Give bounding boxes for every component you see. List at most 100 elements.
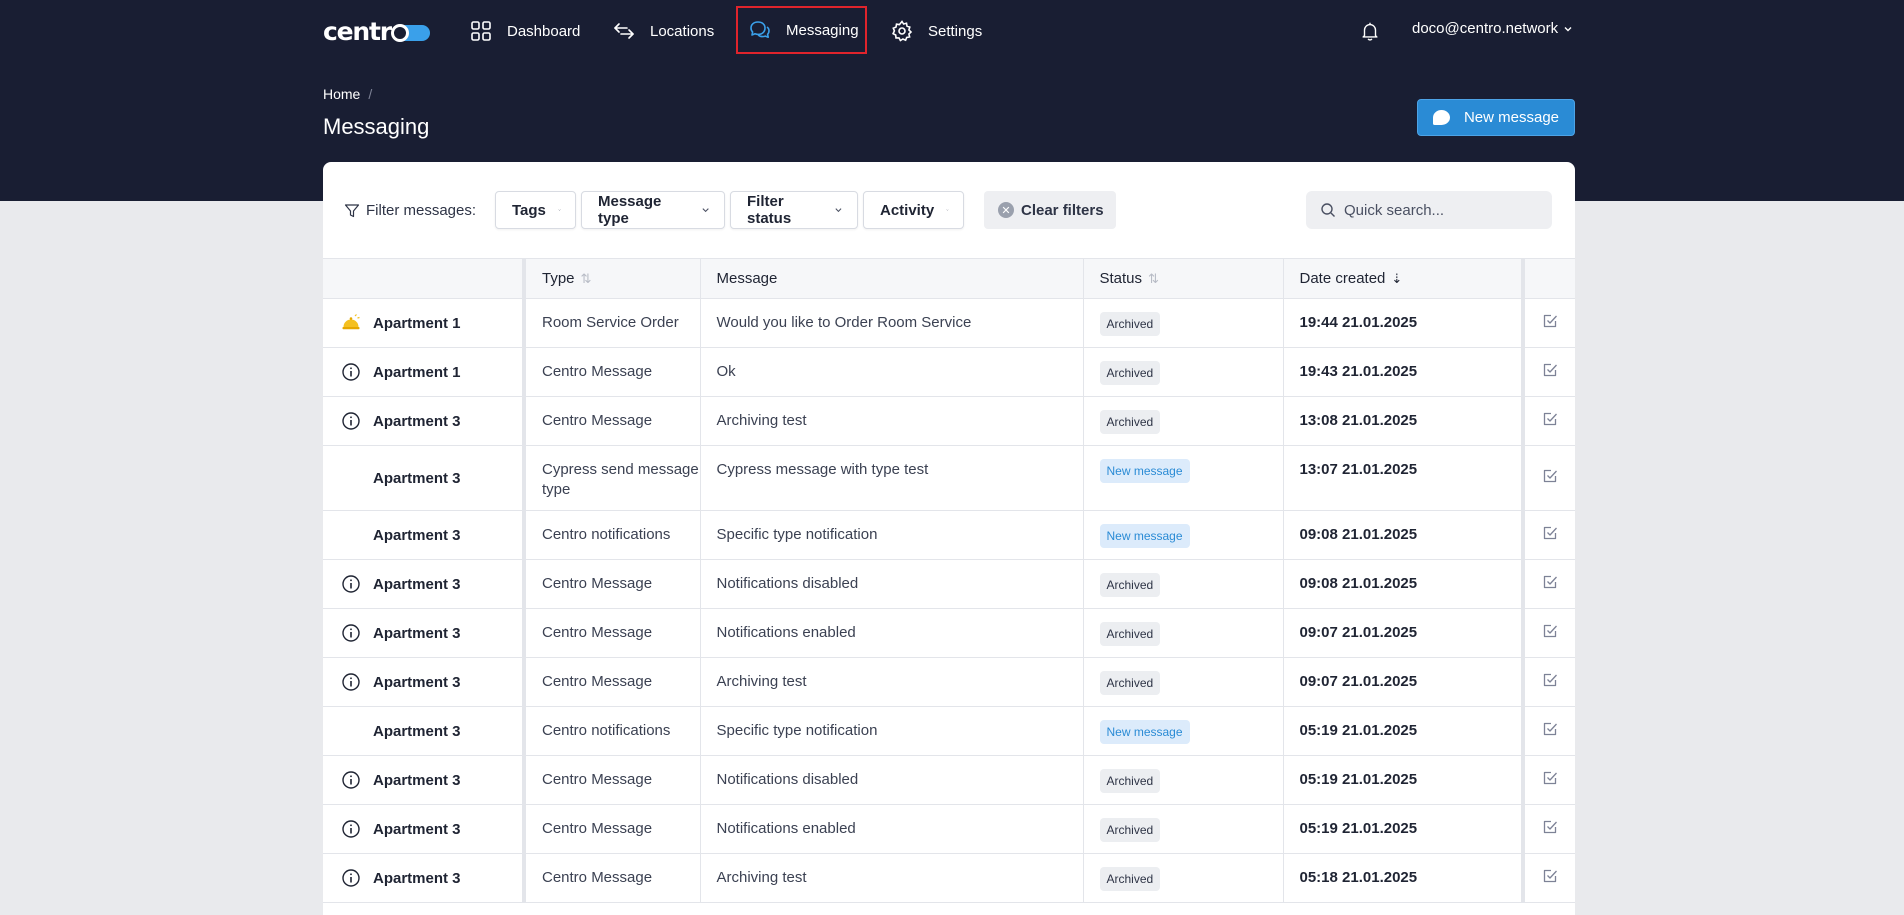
action-cell xyxy=(1521,706,1575,756)
status-badge: Archived xyxy=(1099,622,1161,646)
status-cell: Archived xyxy=(1083,804,1284,854)
info-circle-icon xyxy=(342,673,360,691)
location-cell: Apartment 1 xyxy=(323,347,525,397)
table-row[interactable]: Apartment 3 Centro Message Archiving test A… xyxy=(323,396,1575,446)
action-cell xyxy=(1521,559,1575,609)
sort-icon[interactable]: ⇅ xyxy=(1148,271,1159,287)
filter-bar: Filter messages: Tags Message type Filte… xyxy=(323,162,1575,258)
location-cell: Apartment 3 xyxy=(323,396,525,446)
table-row[interactable]: Apartment 3 Centro notifications Specific … xyxy=(323,510,1575,560)
funnel-icon xyxy=(344,203,360,217)
table-header-row: Type ⇅ Message Status ⇅ Date created ⇣ xyxy=(323,258,1575,299)
date-header-label: Date created xyxy=(1299,269,1386,287)
location-cell: Apartment 1 xyxy=(323,298,525,348)
status-cell: Archived xyxy=(1083,298,1284,348)
status-cell: Archived xyxy=(1083,396,1284,446)
centro-logo[interactable]: centr xyxy=(323,14,430,48)
new-message-label: New message xyxy=(1463,109,1560,126)
breadcrumb-home[interactable]: Home xyxy=(323,86,360,102)
new-message-button[interactable]: New message xyxy=(1417,99,1575,136)
logo-text: centr xyxy=(323,16,392,46)
filter-label: Filter messages: xyxy=(344,202,476,219)
main-nav: centr Dashboard Locations Messaging Sett… xyxy=(0,0,1904,62)
mark-as-read-icon[interactable] xyxy=(1541,573,1559,591)
type-column-header[interactable]: Type ⇅ xyxy=(522,258,701,299)
nav-dashboard-label: Dashboard xyxy=(507,22,581,40)
mark-as-read-icon[interactable] xyxy=(1541,410,1559,428)
date-cell: 05:19 21.01.2025 xyxy=(1283,804,1524,854)
table-row[interactable]: Apartment 3 Centro Message Notifications e… xyxy=(323,804,1575,854)
user-menu[interactable]: doco@centro.network xyxy=(1412,20,1573,37)
messages-card: Filter messages: Tags Message type Filte… xyxy=(323,162,1575,915)
mark-as-read-icon[interactable] xyxy=(1541,524,1559,542)
breadcrumb: Home / xyxy=(323,86,372,102)
table-row[interactable]: Apartment 1 Centro Message Ok Archived 19:43… xyxy=(323,347,1575,397)
bell-icon[interactable] xyxy=(1359,19,1381,43)
quick-search[interactable] xyxy=(1306,191,1552,229)
nav-dashboard[interactable]: Dashboard xyxy=(469,13,580,49)
location-cell: Apartment 3 xyxy=(323,445,525,511)
mark-as-read-icon[interactable] xyxy=(1541,467,1559,485)
location-name: Apartment 3 xyxy=(373,526,461,544)
date-column-header[interactable]: Date created ⇣ xyxy=(1283,258,1524,299)
location-name: Apartment 3 xyxy=(373,771,461,789)
mark-as-read-icon[interactable] xyxy=(1541,818,1559,836)
date-cell: 13:07 21.01.2025 xyxy=(1283,445,1524,511)
status-badge: Archived xyxy=(1099,573,1161,597)
nav-messaging[interactable]: Messaging xyxy=(736,6,867,54)
table-row[interactable]: Apartment 1 Room Service Order Would you l… xyxy=(323,298,1575,348)
type-cell: Room Service Order xyxy=(522,298,701,348)
table-row[interactable]: Apartment 3 Centro Message Notifications d… xyxy=(323,755,1575,805)
location-cell: Apartment 3 xyxy=(323,510,525,560)
info-circle-icon xyxy=(342,869,360,887)
clear-filters-label: Clear filters xyxy=(1021,201,1104,219)
message-cell: Cypress message with type test xyxy=(700,445,1084,511)
message-type-filter[interactable]: Message type xyxy=(581,191,725,229)
mark-as-read-icon[interactable] xyxy=(1541,769,1559,787)
status-badge: Archived xyxy=(1099,818,1161,842)
type-cell: Centro Message xyxy=(522,853,701,903)
mark-as-read-icon[interactable] xyxy=(1541,867,1559,885)
location-name: Apartment 3 xyxy=(373,412,461,430)
status-badge: Archived xyxy=(1099,361,1161,385)
status-cell: Archived xyxy=(1083,608,1284,658)
location-cell: Apartment 3 xyxy=(323,657,525,707)
date-cell: 05:19 21.01.2025 xyxy=(1283,755,1524,805)
status-filter[interactable]: Filter status xyxy=(730,191,858,229)
sort-desc-icon[interactable]: ⇣ xyxy=(1391,271,1402,287)
clear-filters-button[interactable]: ✕ Clear filters xyxy=(984,191,1116,229)
table-row[interactable]: Apartment 3 Centro Message Archiving test A… xyxy=(323,657,1575,707)
activity-filter[interactable]: Activity xyxy=(863,191,964,229)
mark-as-read-icon[interactable] xyxy=(1541,312,1559,330)
search-input[interactable] xyxy=(1344,201,1534,219)
mark-as-read-icon[interactable] xyxy=(1541,671,1559,689)
nav-settings[interactable]: Settings xyxy=(890,13,982,49)
status-filter-label: Filter status xyxy=(747,193,792,227)
breadcrumb-separator: / xyxy=(368,86,373,102)
date-cell: 19:44 21.01.2025 xyxy=(1283,298,1524,348)
mark-as-read-icon[interactable] xyxy=(1541,622,1559,640)
status-cell: New message xyxy=(1083,510,1284,560)
status-column-header[interactable]: Status ⇅ xyxy=(1083,258,1284,299)
action-cell xyxy=(1521,853,1575,903)
type-cell: Centro Message xyxy=(522,804,701,854)
message-cell: Archiving test xyxy=(700,396,1084,446)
info-circle-icon xyxy=(342,363,360,381)
status-badge: New message xyxy=(1099,524,1190,548)
table-row[interactable]: Apartment 3 Centro Message Notifications e… xyxy=(323,608,1575,658)
table-row[interactable]: Apartment 3 Cypress send message type Cypr… xyxy=(323,445,1575,511)
tags-filter-label: Tags xyxy=(512,201,546,219)
table-row[interactable]: Apartment 3 Centro Message Notifications d… xyxy=(323,559,1575,609)
table-row[interactable]: Apartment 3 Centro Message Archiving test A… xyxy=(323,853,1575,903)
tags-filter[interactable]: Tags xyxy=(495,191,576,229)
mark-as-read-icon[interactable] xyxy=(1541,720,1559,738)
sort-icon[interactable]: ⇅ xyxy=(581,271,592,287)
page-title: Messaging xyxy=(323,114,430,139)
chevron-down-icon xyxy=(835,208,842,213)
nav-locations[interactable]: Locations xyxy=(612,13,714,49)
location-cell: Apartment 3 xyxy=(323,853,525,903)
table-row[interactable]: Apartment 3 Centro notifications Specific … xyxy=(323,706,1575,756)
mark-as-read-icon[interactable] xyxy=(1541,361,1559,379)
type-cell: Centro Message xyxy=(522,608,701,658)
action-cell xyxy=(1521,608,1575,658)
